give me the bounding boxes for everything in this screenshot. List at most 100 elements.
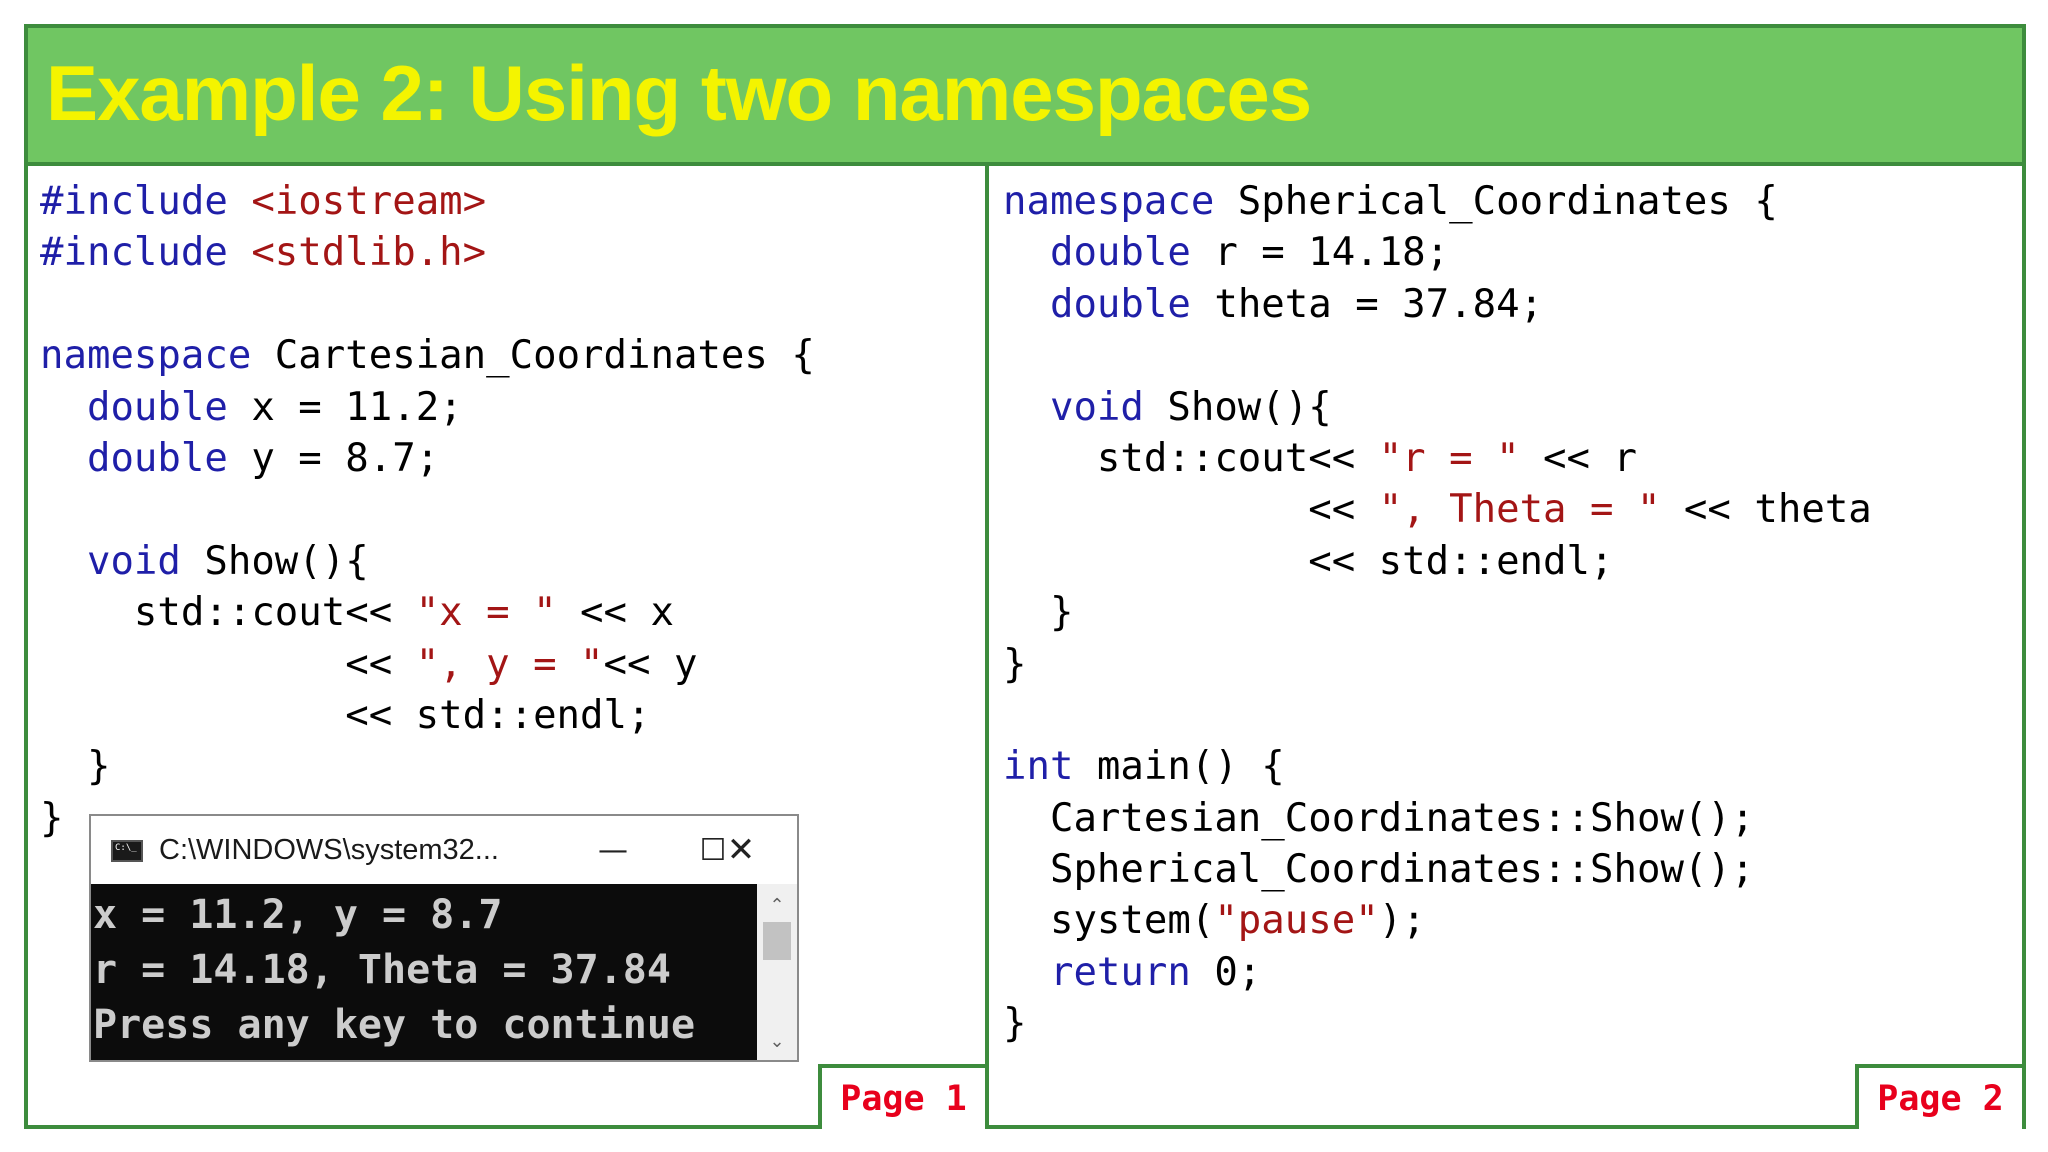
code-line: std::cout<< "r = " << r [1003, 433, 1872, 484]
code-line: Spherical_Coordinates::Show(); [1003, 844, 1872, 895]
code-keyword: void [1049, 384, 1144, 430]
code-keyword: double [1049, 230, 1191, 276]
console-output-line: x = 11.2, y = 8.7 [93, 892, 503, 938]
code-line: std::cout<< "x = " << x [40, 587, 815, 638]
code-line: double y = 8.7; [40, 433, 815, 484]
code-string: <stdlib.h> [251, 230, 487, 276]
code-line: void Show(){ [40, 536, 815, 587]
code-keyword: double [86, 435, 228, 481]
code-text: } [1003, 1001, 1027, 1047]
code-string: ", Theta = " [1378, 487, 1661, 533]
code-string: ", y = " [415, 641, 604, 687]
code-line: } [1003, 639, 1872, 690]
console-app-icon [111, 840, 143, 862]
code-text: std::cout<< [40, 590, 416, 636]
code-text: std::cout<< [1003, 435, 1379, 481]
console-titlebar[interactable]: C:\WINDOWS\system32... — ☐ ✕ [91, 816, 797, 884]
code-string: "pause" [1214, 898, 1379, 944]
code-line: << ", y = "<< y [40, 639, 815, 690]
close-button[interactable]: ✕ [711, 824, 771, 876]
code-text: } [1003, 590, 1074, 636]
code-text: << theta [1660, 487, 1872, 533]
code-line: double x = 11.2; [40, 382, 815, 433]
code-text: ); [1378, 898, 1426, 944]
slide-title: Example 2: Using two namespaces [46, 49, 1312, 137]
code-keyword: double [86, 384, 228, 430]
code-text: << [40, 641, 416, 687]
code-line: } [40, 741, 815, 792]
page-label-1: Page 1 [818, 1064, 989, 1129]
code-line: namespace Spherical_Coordinates { [1003, 176, 1872, 227]
console-output-line: r = 14.18, Theta = 37.84 [93, 947, 671, 993]
code-keyword: namespace [40, 333, 252, 379]
console-output[interactable]: x = 11.2, y = 8.7 r = 14.18, Theta = 37.… [91, 884, 757, 1060]
code-text: Cartesian_Coordinates { [251, 333, 815, 379]
title-bar: Example 2: Using two namespaces [28, 28, 2022, 166]
code-panel-page-1: #include <iostream> #include <stdlib.h> na… [40, 176, 815, 844]
code-text: } [40, 744, 111, 790]
code-text: } [1003, 641, 1027, 687]
code-line: } [1003, 998, 1872, 1049]
code-string: <iostream> [251, 179, 487, 224]
code-text: << [1003, 487, 1379, 533]
code-keyword: return [1049, 949, 1191, 995]
code-text: Show(){ [180, 538, 369, 584]
code-line: << std::endl; [40, 690, 815, 741]
console-output-line: Press any key to continue [93, 1002, 696, 1048]
code-text: r = 14.18; [1190, 230, 1450, 276]
code-text: x = 11.2; [227, 384, 463, 430]
page-divider [985, 166, 989, 1129]
code-string: "x = " [415, 590, 557, 636]
code-keyword: int [1003, 744, 1074, 790]
code-text: 0; [1190, 949, 1262, 995]
code-string: "r = " [1378, 435, 1520, 481]
code-line: Cartesian_Coordinates::Show(); [1003, 793, 1872, 844]
code-keyword: #include [40, 179, 252, 224]
code-line: double theta = 37.84; [1003, 279, 1872, 330]
code-line: return 0; [1003, 947, 1872, 998]
code-line: int main() { [1003, 741, 1872, 792]
scroll-up-arrow-icon[interactable]: ⌃ [757, 892, 797, 918]
code-text: << std::endl; [40, 692, 651, 738]
scroll-thumb[interactable] [763, 922, 791, 960]
code-line: << std::endl; [1003, 536, 1872, 587]
scroll-down-arrow-icon[interactable]: ⌄ [757, 1028, 797, 1054]
code-line: } [1003, 587, 1872, 638]
console-title: C:\WINDOWS\system32... [159, 834, 499, 866]
code-text: << x [556, 590, 674, 636]
code-text: Spherical_Coordinates::Show(); [1003, 847, 1755, 893]
code-line: double r = 14.18; [1003, 227, 1872, 278]
code-line: system("pause"); [1003, 895, 1872, 946]
code-text: Spherical_Coordinates { [1214, 179, 1778, 224]
minimize-button[interactable]: — [583, 824, 643, 876]
code-line: void Show(){ [1003, 382, 1872, 433]
code-text: } [40, 795, 64, 841]
code-keyword: #include [40, 230, 252, 276]
code-text: theta = 37.84; [1190, 281, 1544, 327]
code-text: system( [1003, 898, 1215, 944]
code-keyword: void [86, 538, 181, 584]
code-text: << std::endl; [1003, 538, 1614, 584]
code-keyword: namespace [1003, 179, 1215, 224]
code-text: Cartesian_Coordinates::Show(); [1003, 795, 1755, 841]
code-text: << r [1519, 435, 1637, 481]
code-text: Show(){ [1143, 384, 1332, 430]
code-line: << ", Theta = " << theta [1003, 484, 1872, 535]
code-text: y = 8.7; [227, 435, 440, 481]
console-scrollbar[interactable]: ⌃ ⌄ [757, 884, 797, 1060]
code-text: << y [603, 641, 698, 687]
code-line: #include <stdlib.h> [40, 227, 815, 278]
console-window[interactable]: C:\WINDOWS\system32... — ☐ ✕ x = 11.2, y… [89, 814, 799, 1062]
code-line: #include <iostream> [40, 176, 815, 227]
